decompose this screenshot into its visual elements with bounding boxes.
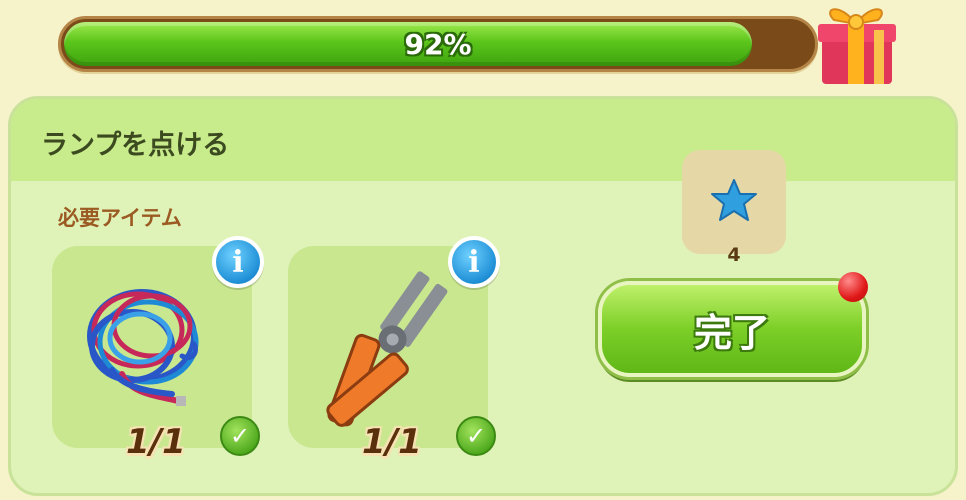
rope-check-icon: ✓ <box>220 416 260 456</box>
reward-count: 4 <box>727 244 741 266</box>
blue-star-icon <box>711 179 757 221</box>
pliers-check-icon: ✓ <box>456 416 496 456</box>
panel-header: ランプを点ける <box>11 99 955 181</box>
complete-button[interactable]: 完了 <box>598 281 866 377</box>
rope-info-icon[interactable]: i <box>212 236 264 288</box>
reward-slot[interactable] <box>682 150 786 254</box>
notification-dot <box>838 272 868 302</box>
pliers-info-icon[interactable]: i <box>448 236 500 288</box>
quest-title: ランプを点ける <box>41 130 230 161</box>
pliers-count: 1/1 <box>362 422 422 462</box>
progress-bar: 92% <box>58 16 818 72</box>
progress-label: 92% <box>404 27 472 61</box>
rope-count: 1/1 <box>126 422 186 462</box>
required-items-label: 必要アイテム <box>58 206 182 230</box>
gift-box-icon[interactable] <box>810 0 900 92</box>
